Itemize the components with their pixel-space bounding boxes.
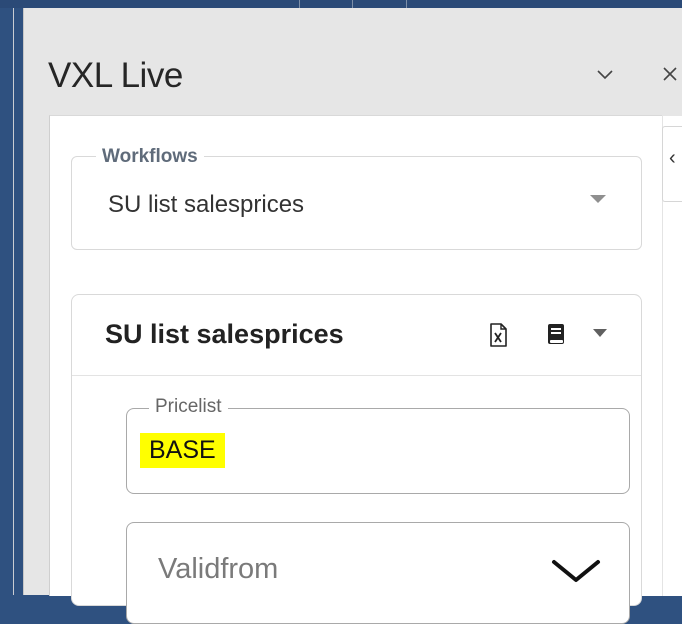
pricelist-field[interactable]: Pricelist BASE xyxy=(126,396,630,494)
close-icon[interactable] xyxy=(660,64,680,84)
top-band xyxy=(0,0,682,8)
caret-down-icon xyxy=(590,195,606,203)
pricelist-value: BASE xyxy=(140,433,225,468)
card-title: SU list salesprices xyxy=(105,319,344,349)
validfrom-select[interactable]: Validfrom xyxy=(126,522,630,624)
workflows-label: Workflows xyxy=(96,146,204,168)
book-icon[interactable] xyxy=(546,323,566,346)
task-pane: VXL Live ‹ Workflows SU list salesprices… xyxy=(23,8,682,624)
background-window xyxy=(0,8,15,595)
pricelist-label: Pricelist xyxy=(149,396,228,418)
pane-content: ‹ Workflows SU list salesprices SU list … xyxy=(49,115,682,624)
caret-down-icon[interactable] xyxy=(593,329,607,337)
divider xyxy=(13,8,14,595)
divider xyxy=(352,0,353,8)
divider xyxy=(299,0,300,8)
pane-title: VXL Live xyxy=(48,56,183,95)
workflows-select[interactable]: Workflows SU list salesprices xyxy=(71,146,642,250)
validfrom-label: Validfrom xyxy=(158,553,279,585)
excel-file-icon[interactable] xyxy=(489,323,507,347)
workflows-selected-value: SU list salesprices xyxy=(108,191,305,218)
chevron-down-icon xyxy=(552,560,600,582)
collapse-sidebar-button[interactable]: ‹ xyxy=(662,126,682,202)
chevron-left-icon: ‹ xyxy=(669,147,676,169)
workflow-card: SU list salesprices Pricelist BASE Valid… xyxy=(71,294,642,624)
divider xyxy=(406,0,407,8)
chevron-down-icon[interactable] xyxy=(595,64,615,84)
card-header: SU list salesprices xyxy=(72,295,641,376)
